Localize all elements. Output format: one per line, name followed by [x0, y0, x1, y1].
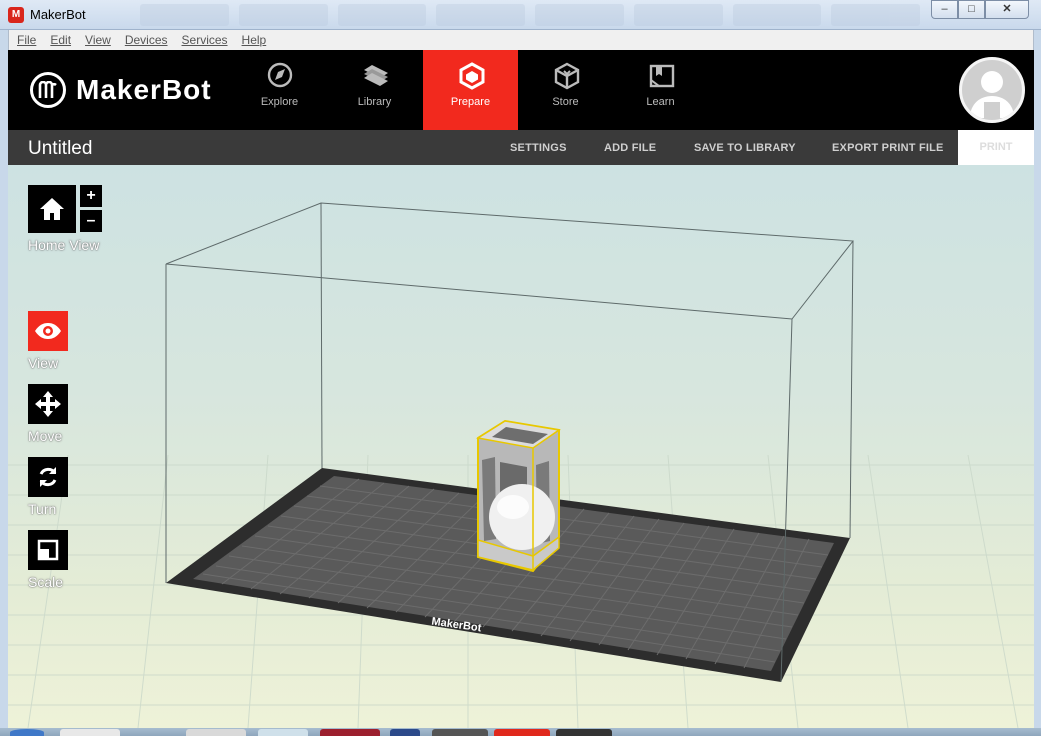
user-avatar[interactable]: [959, 57, 1025, 123]
taskbar-item[interactable]: [556, 729, 612, 736]
menu-view[interactable]: View: [85, 33, 111, 47]
menu-help[interactable]: Help: [242, 33, 267, 47]
store-icon: [554, 62, 580, 90]
nav-tab-explore[interactable]: Explore: [232, 50, 327, 130]
start-button[interactable]: [10, 729, 44, 736]
move-button[interactable]: [28, 384, 68, 424]
nav-tab-learn[interactable]: Learn: [613, 50, 708, 130]
build-viewport[interactable]: MakerBot Home View + – View Move Turn Sc…: [8, 165, 1034, 728]
nav-label: Prepare: [450, 96, 491, 108]
turn-tool[interactable]: Turn: [28, 457, 68, 517]
zoom-out-button[interactable]: –: [80, 210, 102, 232]
makerbot-wordmark: MakerBot: [76, 74, 212, 105]
learn-icon: [649, 64, 675, 88]
save-to-library-button[interactable]: SAVE TO LIBRARY: [694, 142, 796, 154]
nav-tab-prepare[interactable]: Prepare: [423, 50, 518, 130]
nav-label: Library: [357, 96, 392, 108]
rotate-icon: [39, 467, 57, 487]
taskbar-item[interactable]: [60, 729, 120, 736]
window-title: MakerBot: [30, 7, 86, 22]
print-button[interactable]: PRINT: [958, 130, 1034, 165]
export-print-file-button[interactable]: EXPORT PRINT FILE: [832, 142, 944, 154]
view-tool[interactable]: View: [28, 311, 68, 371]
home-view-button[interactable]: [28, 185, 76, 233]
library-icon: [364, 65, 388, 86]
build-volume-scene: MakerBot: [8, 202, 1034, 728]
settings-button[interactable]: SETTINGS: [510, 142, 567, 154]
tool-label: Home View: [28, 237, 100, 253]
minimize-button[interactable]: –: [931, 0, 958, 19]
menu-file[interactable]: File: [17, 33, 36, 47]
maximize-button[interactable]: □: [958, 0, 985, 19]
move-tool[interactable]: Move: [28, 384, 68, 444]
menu-bar: File Edit View Devices Services Help: [8, 30, 1034, 50]
window-frame-left: [0, 30, 8, 728]
menu-services[interactable]: Services: [182, 33, 228, 47]
taskbar-item[interactable]: [494, 729, 550, 736]
os-taskbar: [0, 728, 1041, 736]
view-button[interactable]: [28, 311, 68, 351]
scale-button[interactable]: [28, 530, 68, 570]
compass-icon: [267, 62, 293, 88]
prepare-icon: [459, 62, 485, 90]
app-navigation: MakerBot Explore Library Prepare Store L…: [8, 50, 1034, 130]
scale-icon: [37, 539, 59, 561]
move-arrows-icon: [35, 391, 61, 417]
taskbar-item[interactable]: [258, 729, 308, 736]
nav-tab-library[interactable]: Library: [327, 50, 422, 130]
turn-button[interactable]: [28, 457, 68, 497]
add-file-button[interactable]: ADD FILE: [604, 142, 656, 154]
selected-model[interactable]: [475, 419, 561, 573]
nav-label: Store: [552, 96, 579, 108]
scale-tool[interactable]: Scale: [28, 530, 68, 590]
zoom-in-button[interactable]: +: [80, 185, 102, 207]
close-button[interactable]: ✕: [985, 0, 1029, 19]
tool-label: Move: [28, 428, 63, 444]
window-frame-right: [1034, 30, 1041, 728]
home-icon: [40, 198, 64, 220]
eye-icon: [35, 323, 61, 339]
makerbot-logo-icon: [30, 72, 66, 108]
document-toolbar: Untitled SETTINGS ADD FILE SAVE TO LIBRA…: [8, 130, 1034, 165]
document-title[interactable]: Untitled: [28, 138, 92, 160]
nav-tab-store[interactable]: Store: [518, 50, 613, 130]
nav-label: Explore: [260, 96, 299, 108]
background-taskbar-ghost: [140, 4, 920, 26]
makerbot-logo[interactable]: MakerBot: [30, 72, 212, 108]
nav-label: Learn: [646, 96, 675, 108]
tool-label: Scale: [28, 574, 64, 590]
taskbar-item[interactable]: [390, 729, 420, 736]
ball-model: [489, 484, 555, 550]
menu-edit[interactable]: Edit: [50, 33, 71, 47]
tool-label: View: [28, 355, 59, 371]
taskbar-item[interactable]: [186, 729, 246, 736]
menu-devices[interactable]: Devices: [125, 33, 168, 47]
taskbar-item[interactable]: [320, 729, 380, 736]
app-icon: M: [8, 7, 24, 23]
taskbar-item[interactable]: [432, 729, 488, 736]
user-icon: [970, 71, 1014, 118]
tool-label: Turn: [28, 501, 57, 517]
window-titlebar: M MakerBot: [0, 0, 1041, 30]
